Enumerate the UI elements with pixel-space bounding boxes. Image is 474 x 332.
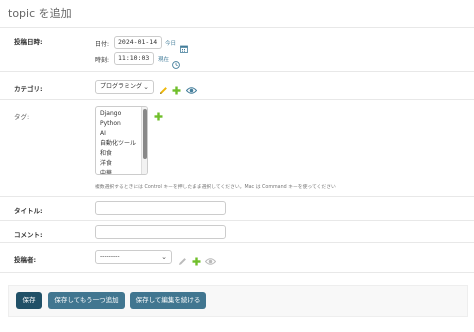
poster-label: 投稿者: bbox=[14, 256, 37, 264]
save-continue-button[interactable]: 保存して編集を続ける bbox=[130, 292, 206, 309]
time-input[interactable]: 11:10:03 bbox=[114, 52, 154, 65]
tag-option[interactable]: Django bbox=[96, 109, 147, 119]
tags-help-text: 複数選択するときには Control キーを押したまま選択してください。Mac … bbox=[95, 185, 336, 190]
poster-select[interactable]: --------- ⌄ bbox=[95, 250, 172, 264]
tags-multiselect[interactable]: Django Python AI 自動化ツール 和食 洋食 中華 bbox=[95, 106, 148, 175]
page-title: topic を追加 bbox=[8, 7, 72, 20]
form-divider bbox=[0, 272, 474, 273]
title-input[interactable] bbox=[95, 201, 226, 215]
title-label: タイトル: bbox=[14, 207, 43, 215]
poster-view-eye-icon bbox=[204, 251, 217, 265]
category-select[interactable]: プログラミング ⌄ bbox=[95, 80, 154, 94]
date-label: 日付: bbox=[95, 41, 110, 48]
tags-scrollbar[interactable] bbox=[141, 107, 147, 174]
posted-at-label: 投稿日時: bbox=[14, 38, 43, 46]
time-label: 時刻: bbox=[95, 57, 110, 64]
poster-selected: --------- bbox=[100, 253, 120, 260]
category-label: カテゴリ: bbox=[14, 85, 43, 93]
tag-option[interactable]: 自動化ツール bbox=[96, 139, 147, 149]
calendar-icon[interactable] bbox=[180, 38, 188, 53]
now-link[interactable]: 現在 bbox=[158, 55, 169, 63]
tag-option[interactable]: 洋食 bbox=[96, 159, 147, 169]
title-row: タイトル: bbox=[0, 196, 474, 220]
category-row: カテゴリ: プログラミング ⌄ bbox=[0, 71, 474, 99]
posted-at-row: 投稿日時: 日付: 2024-01-14 今日 時刻: 11:10:03 現在 bbox=[0, 27, 474, 71]
comment-input[interactable] bbox=[95, 225, 226, 239]
tags-add-icon[interactable] bbox=[154, 106, 163, 121]
chevron-down-icon: ⌄ bbox=[143, 83, 149, 91]
category-selected: プログラミング bbox=[100, 83, 143, 90]
tag-option[interactable]: 中華 bbox=[96, 169, 147, 174]
tags-label: タグ: bbox=[14, 113, 30, 121]
poster-row: 投稿者: --------- ⌄ bbox=[0, 242, 474, 272]
comment-row: コメント: bbox=[0, 220, 474, 242]
edit-pencil-icon[interactable] bbox=[159, 80, 168, 94]
date-input[interactable]: 2024-01-14 bbox=[114, 36, 162, 49]
tags-row: タグ: bbox=[0, 99, 474, 196]
save-button[interactable]: 保存 bbox=[16, 292, 42, 309]
save-add-another-button[interactable]: 保存してもう一つ追加 bbox=[48, 292, 125, 309]
comment-label: コメント: bbox=[14, 231, 43, 239]
tag-option[interactable]: AI bbox=[96, 129, 147, 139]
tag-option[interactable]: Python bbox=[96, 119, 147, 129]
view-eye-icon[interactable] bbox=[185, 80, 198, 94]
add-icon[interactable] bbox=[172, 80, 181, 95]
today-link[interactable]: 今日 bbox=[165, 39, 176, 47]
poster-add-icon[interactable] bbox=[192, 251, 201, 266]
poster-edit-pencil-icon bbox=[178, 251, 187, 265]
chevron-down-icon: ⌄ bbox=[161, 253, 167, 261]
tag-option[interactable]: 和食 bbox=[96, 149, 147, 159]
clock-icon[interactable] bbox=[172, 54, 180, 69]
